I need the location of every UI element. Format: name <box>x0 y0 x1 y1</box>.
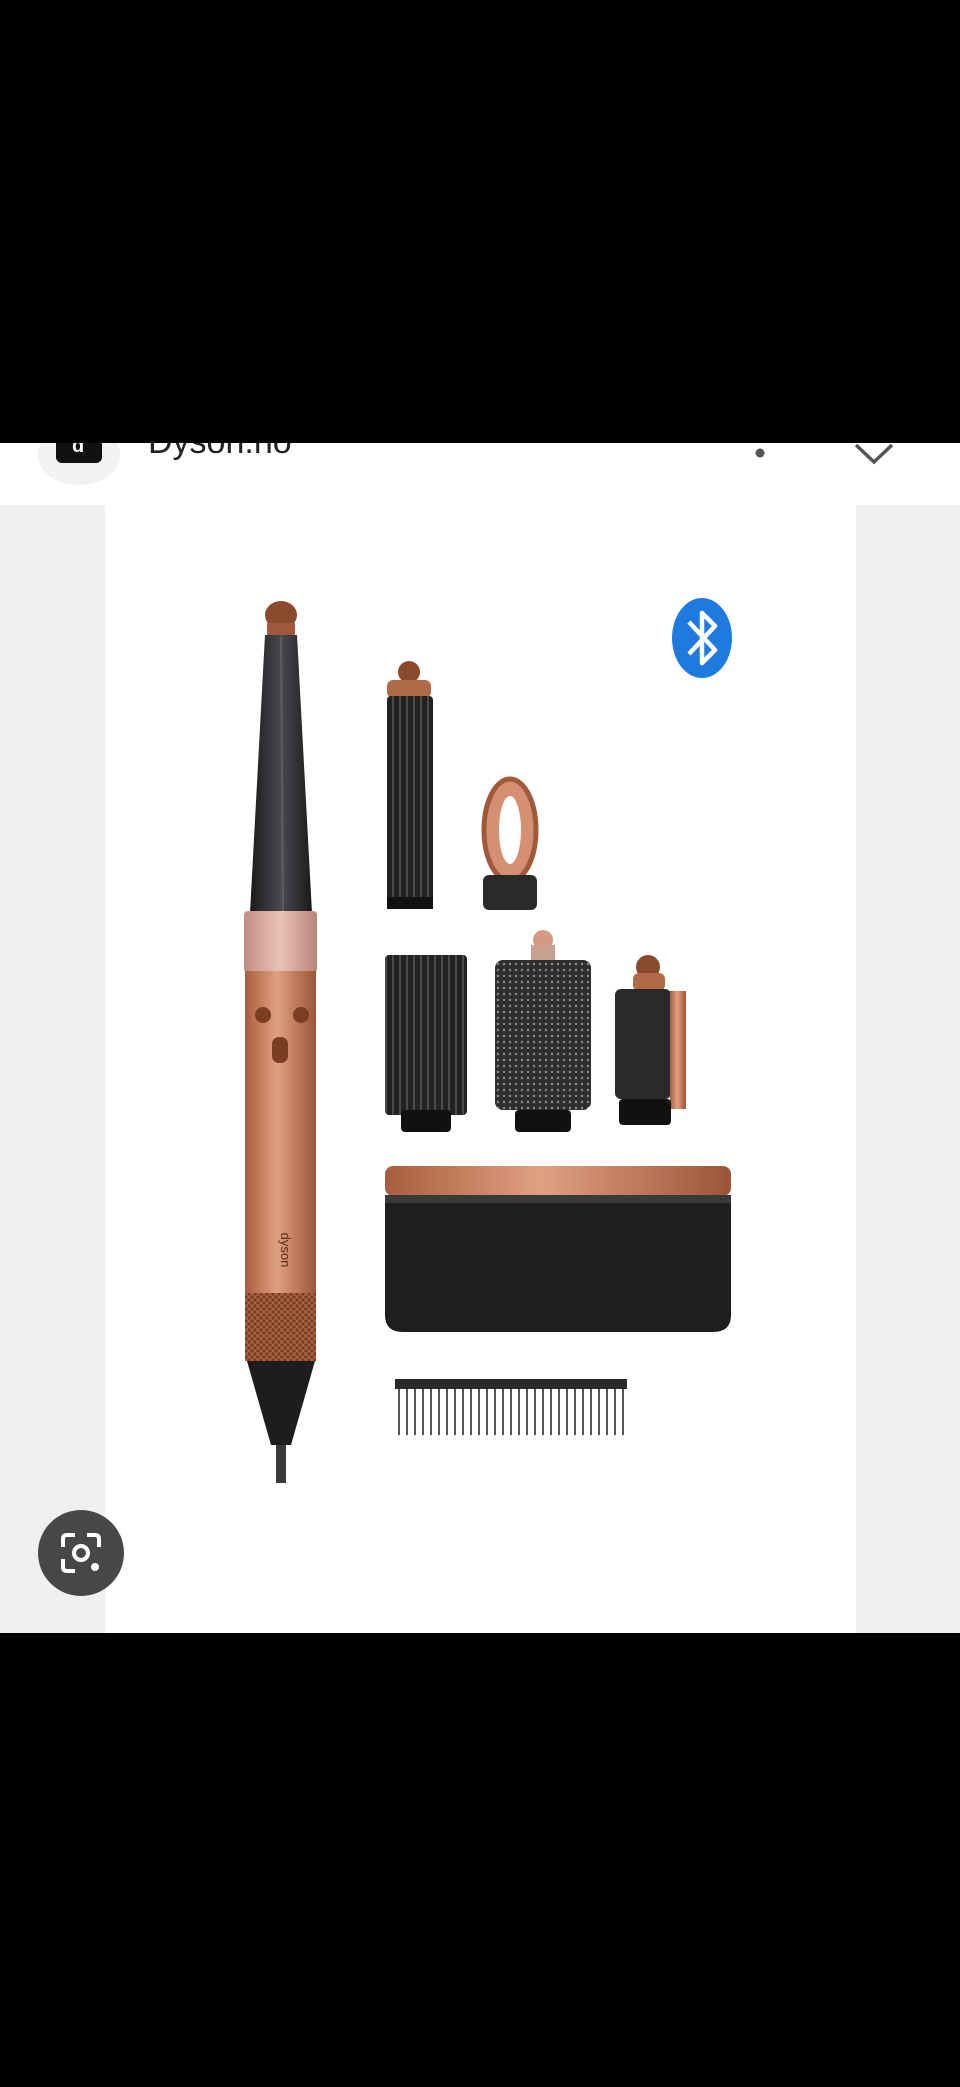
close-icon[interactable] <box>852 443 896 465</box>
smoothing-brush-attachment <box>385 955 467 1132</box>
curl-barrel-attachment <box>387 661 433 909</box>
product-image[interactable]: dyson <box>105 505 856 1633</box>
more-vert-icon[interactable] <box>752 443 772 473</box>
lens-icon <box>61 1533 101 1573</box>
top-black-area <box>0 0 960 443</box>
site-favicon[interactable]: d <box>38 443 120 485</box>
product-illustration: dyson <box>244 598 732 1483</box>
site-favicon-glyph: d <box>72 443 85 457</box>
lens-button[interactable] <box>38 1510 124 1596</box>
round-brush-attachment <box>495 930 591 1132</box>
pre-styling-dryer-attachment <box>481 776 539 910</box>
image-viewer: dyson <box>0 505 960 1633</box>
bottom-black-area <box>0 1643 960 2087</box>
detangling-comb <box>395 1379 627 1435</box>
storage-case <box>385 1166 731 1332</box>
brand-text: dyson <box>278 1233 293 1268</box>
bluetooth-icon <box>672 598 732 678</box>
airwrap-styler: dyson <box>244 601 317 1483</box>
coanda-dryer-attachment <box>615 955 686 1125</box>
site-name[interactable]: Dyson.no <box>148 443 292 462</box>
header-bar: d Dyson.no <box>0 443 960 505</box>
